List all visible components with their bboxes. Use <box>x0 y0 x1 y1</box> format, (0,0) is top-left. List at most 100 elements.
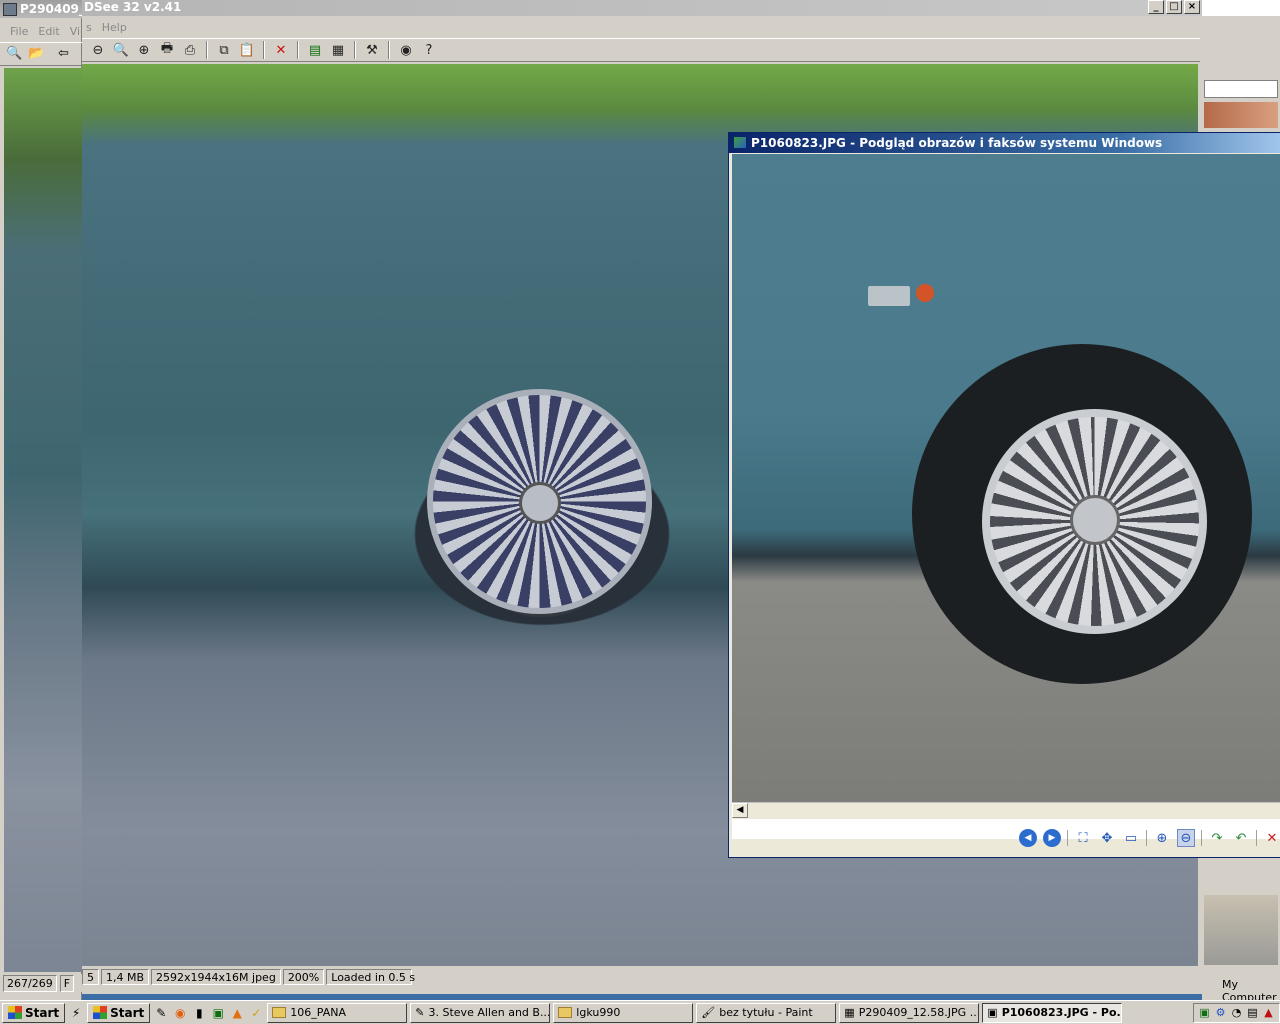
picture-fax-viewer-window: P1060823.JPG - Podgląd obrazów i faksów … <box>728 132 1280 858</box>
quick-launch-icon[interactable]: ✓ <box>248 1005 264 1021</box>
zoom-out-icon[interactable]: ⊖ <box>88 40 108 60</box>
toolbar-separator <box>263 41 265 59</box>
next-image-icon[interactable]: ▶ <box>1043 829 1061 847</box>
fax-viewer-toolbar: ◀ ▶ ⛶ ✥ ▭ ⊕ ⊖ ↷ ↶ ✕ <box>1019 827 1280 849</box>
status-segment: 5 <box>82 969 99 985</box>
scan-icon[interactable]: ⎙ <box>180 40 200 60</box>
tray-icon[interactable]: ◔ <box>1230 1006 1243 1019</box>
quick-launch-icon[interactable]: ▣ <box>210 1005 226 1021</box>
horizontal-scrollbar[interactable]: ◀ <box>732 802 1280 818</box>
folder-icon <box>558 1007 573 1018</box>
previous-image-icon[interactable]: ◀ <box>1019 829 1037 847</box>
zoom-in-icon[interactable]: ⊕ <box>1153 829 1171 847</box>
toolbar-separator <box>206 41 208 59</box>
rename-icon[interactable]: ▤ <box>305 40 325 60</box>
start-button[interactable]: Start <box>2 1002 66 1023</box>
picture-viewer-icon[interactable] <box>733 136 747 149</box>
zoom-icon[interactable]: 🔍 <box>111 40 131 60</box>
minimize-button[interactable]: _ <box>1148 0 1164 14</box>
status-extra: F <box>59 974 75 992</box>
thumbnail-image[interactable] <box>1204 895 1278 965</box>
delete-icon[interactable]: ✕ <box>1263 829 1280 847</box>
best-fit-icon[interactable]: ⛶ <box>1074 829 1092 847</box>
address-combo[interactable] <box>1204 80 1278 98</box>
menu-tools[interactable]: s <box>86 21 92 34</box>
taskbar-item[interactable]: 106_PANA <box>267 1002 408 1023</box>
open-icon[interactable]: 🔍 <box>6 46 22 61</box>
rotate-clockwise-icon[interactable]: ↷ <box>1208 829 1226 847</box>
start-button-secondary[interactable]: Start <box>87 1002 151 1023</box>
taskbar-item-label: lgku990 <box>576 1006 621 1019</box>
background-window-title: P290409_ <box>20 2 82 16</box>
background-statusbar: 267/269 F <box>0 974 82 992</box>
paste-icon[interactable]: 📋 <box>237 40 257 60</box>
main-window-titlebar[interactable]: DSee 32 v2.41 _ □ × <box>82 0 1202 16</box>
vlc-icon[interactable]: ▲ <box>229 1005 245 1021</box>
photo-side-light <box>916 284 934 302</box>
network-icon[interactable]: ⚙ <box>1214 1006 1227 1019</box>
quick-launch-icon[interactable]: ▮ <box>191 1005 207 1021</box>
taskbar-item[interactable]: lgku990 <box>553 1002 694 1023</box>
zoom-out-icon[interactable]: ⊖ <box>1177 829 1195 847</box>
start-label-secondary: Start <box>110 1005 145 1020</box>
toolbar-separator <box>1146 830 1147 846</box>
taskbar-item[interactable]: 🖌 bez tytułu - Paint <box>696 1002 837 1023</box>
copy-icon[interactable]: ⧉ <box>214 40 234 60</box>
fax-viewer-titlebar[interactable]: P1060823.JPG - Podgląd obrazów i faksów … <box>729 133 1280 153</box>
fax-viewer-image[interactable] <box>732 154 1280 802</box>
firefox-icon[interactable]: ◉ <box>172 1005 188 1021</box>
menu-file[interactable]: File <box>10 25 28 38</box>
rotate-counterclockwise-icon[interactable]: ↶ <box>1232 829 1250 847</box>
taskbar-item-label: 106_PANA <box>290 1006 346 1019</box>
background-image-view[interactable] <box>4 68 82 972</box>
actual-size-icon[interactable]: ✥ <box>1098 829 1116 847</box>
tray-icon[interactable]: ▤ <box>1246 1006 1259 1019</box>
acdsee-app-icon[interactable] <box>3 3 17 16</box>
properties-icon[interactable]: ▦ <box>328 40 348 60</box>
toolbar-separator <box>1067 830 1068 846</box>
delete-icon[interactable]: ✕ <box>271 40 291 60</box>
photo-hub <box>1070 495 1120 545</box>
toolbar-separator <box>354 41 356 59</box>
status-load-time: Loaded in 0.5 s <box>326 969 415 985</box>
slideshow-icon[interactable]: ▭ <box>1122 829 1140 847</box>
back-icon[interactable]: ⇦ <box>58 46 69 61</box>
quick-launch-icon[interactable]: ⚡ <box>68 1005 84 1021</box>
taskbar-item-active[interactable]: ▣ P1060823.JPG - Po... <box>982 1002 1123 1023</box>
maximize-button[interactable]: □ <box>1166 0 1182 14</box>
taskbar-item[interactable]: ✎ 3. Steve Allen and B... <box>410 1002 551 1023</box>
zoom-in-icon[interactable]: ⊕ <box>134 40 154 60</box>
help-icon[interactable]: ? <box>419 40 439 60</box>
print-icon[interactable]: 🖶 <box>157 40 177 60</box>
slideshow-icon[interactable]: ◉ <box>396 40 416 60</box>
thumbnail-image[interactable] <box>1204 102 1278 128</box>
close-button[interactable]: × <box>1184 0 1200 14</box>
windows-flag-icon <box>93 1006 108 1019</box>
toolbar-separator <box>388 41 390 59</box>
tools-icon[interactable]: ⚒ <box>362 40 382 60</box>
taskbar: Start ⚡ Start ✎ ◉ ▮ ▣ ▲ ✓ 106_PANA ✎ 3. … <box>0 1000 1280 1024</box>
picture-viewer-icon: ▣ <box>987 1006 998 1019</box>
menu-edit[interactable]: Edit <box>38 25 59 38</box>
taskbar-item-label: bez tytułu - Paint <box>719 1006 813 1019</box>
browse-icon[interactable]: 📂 <box>28 46 44 61</box>
menu-help[interactable]: Help <box>102 21 127 34</box>
paint-icon: 🖌 <box>701 1006 716 1019</box>
scroll-left-arrow-icon[interactable]: ◀ <box>732 803 748 818</box>
taskbar-item-label: P1060823.JPG - Po... <box>1001 1006 1123 1019</box>
toolbar-separator <box>1201 830 1202 846</box>
status-file-size: 1,4 MB <box>101 969 150 985</box>
background-menubar: File Edit Vie <box>0 22 87 40</box>
photo-badge <box>868 286 910 306</box>
fax-viewer-title: P1060823.JPG - Podgląd obrazów i faksów … <box>751 136 1163 150</box>
taskbar-item[interactable]: ▦ P290409_12.58.JPG ... <box>839 1002 980 1023</box>
windows-flag-icon <box>8 1006 22 1019</box>
quick-launch-icon[interactable]: ✎ <box>153 1005 169 1021</box>
tray-icon[interactable]: ▲ <box>1262 1006 1275 1019</box>
photo-wheel-hub <box>519 482 561 524</box>
toolbar-separator <box>297 41 299 59</box>
background-explorer-titlebar[interactable] <box>1202 0 1280 16</box>
start-label: Start <box>25 1005 60 1020</box>
main-statusbar: 5 1,4 MB 2592x1944x16M jpeg 200% Loaded … <box>82 968 1202 986</box>
tray-icon[interactable]: ▣ <box>1198 1006 1211 1019</box>
